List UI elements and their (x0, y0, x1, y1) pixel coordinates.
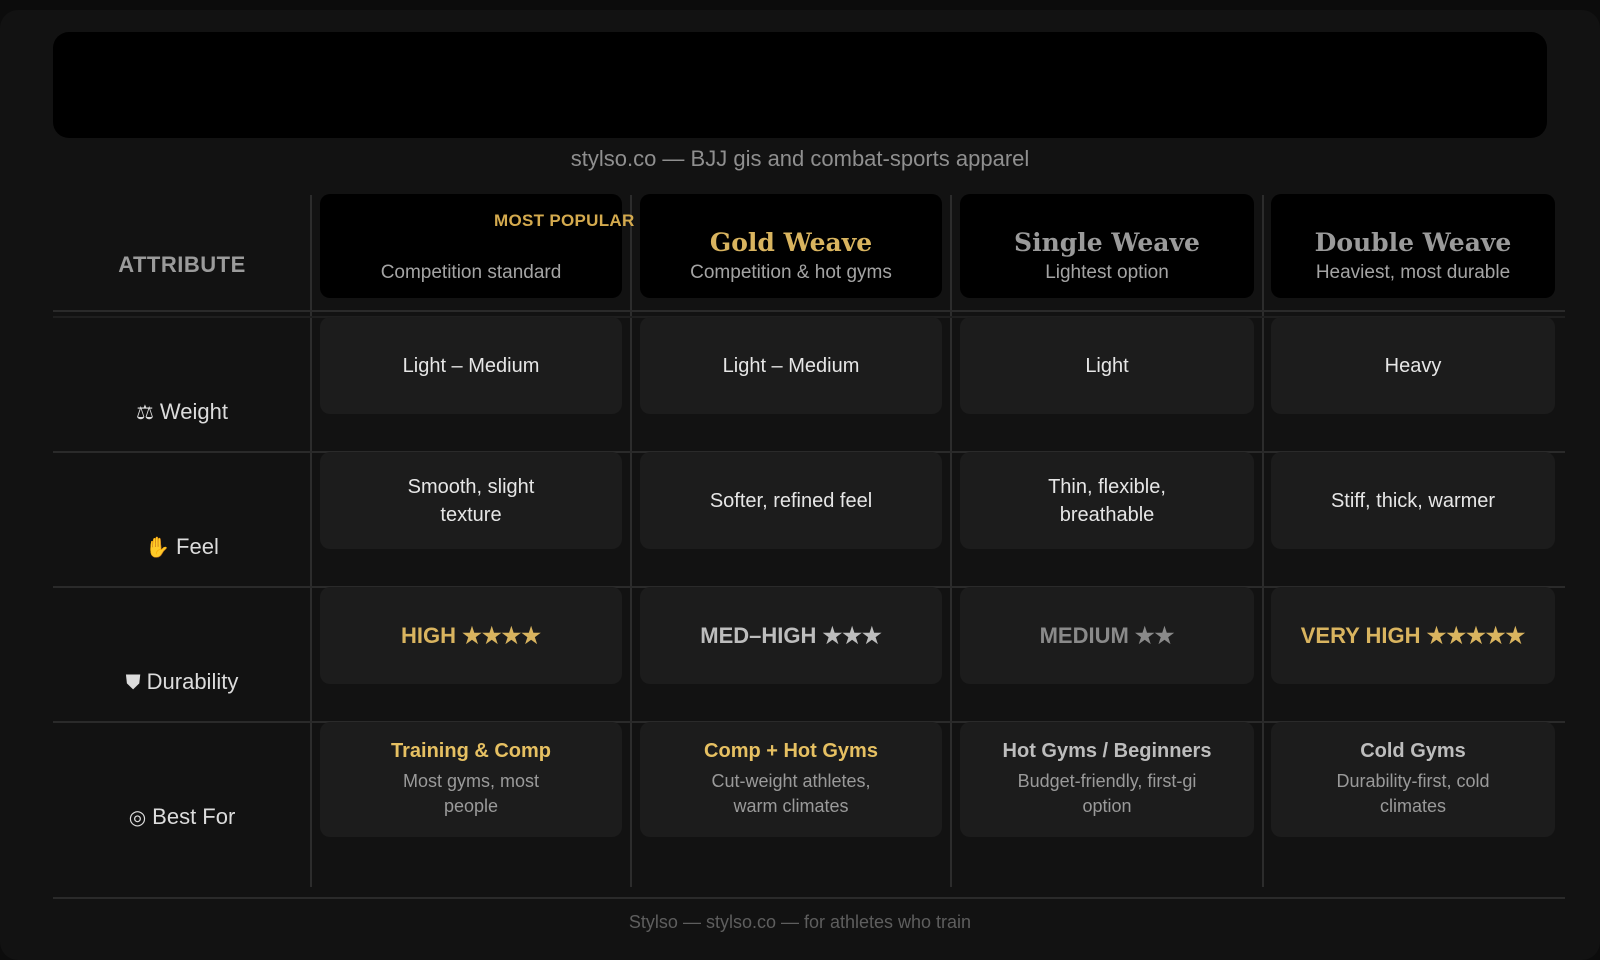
row-label-best-for: ◎ Best For (53, 804, 311, 830)
weight-cell: Heavy (1271, 317, 1555, 414)
durability-cell: MED–HIGH ★★★ (640, 587, 942, 684)
plan-subtitle: Competition & hot gyms (690, 262, 892, 283)
target-icon: ◎ (128, 807, 147, 829)
row-label-text: Best For (152, 804, 236, 829)
feel-cell: Thin, flexible, breathable (960, 452, 1254, 549)
cell-value: Light (1085, 354, 1129, 377)
plan-subtitle: Lightest option (1045, 262, 1169, 283)
best-for-subtitle: Budget-friendly, first-gi option (1017, 771, 1197, 816)
best-for-cell: Cold Gyms Durability-first, cold climate… (1271, 722, 1555, 837)
row-label-durability: ⛊ Durability (53, 669, 311, 695)
row-label-text: Durability (146, 669, 239, 694)
durability-cell: MEDIUM ★★ (960, 587, 1254, 684)
cell-value: Softer, refined feel (709, 489, 873, 512)
weight-cell: Light – Medium (320, 317, 622, 414)
plan-title: Single Weave (1014, 228, 1200, 257)
durability-rating: MED–HIGH ★★★ (700, 622, 882, 648)
weight-cell: Light (960, 317, 1254, 414)
cell-value: Light – Medium (402, 354, 540, 377)
feel-cell: Stiff, thick, warmer (1271, 452, 1555, 549)
durability-rating: VERY HIGH ★★★★★ (1300, 622, 1526, 648)
row-label-text: Feel (176, 534, 219, 559)
grid-divider (53, 897, 1565, 899)
plan-header-gold-weave[interactable]: Gold Weave Competition & hot gyms (640, 194, 942, 298)
cell-value: Heavy (1384, 354, 1442, 377)
attribute-header: ATTRIBUTE (118, 252, 246, 277)
plan-header-standard[interactable]: Competition standard (320, 194, 622, 298)
plan-subtitle: Heaviest, most durable (1315, 262, 1511, 283)
plan-title: Gold Weave (709, 228, 873, 257)
durability-cell: VERY HIGH ★★★★★ (1271, 587, 1555, 684)
plan-header-single-weave[interactable]: Single Weave Lightest option (960, 194, 1254, 298)
best-for-cell: Training & Comp Most gyms, most people (320, 722, 622, 837)
weight-cell: Light – Medium (640, 317, 942, 414)
best-for-title: Comp + Hot Gyms (704, 740, 878, 762)
best-for-cell: Hot Gyms / Beginners Budget-friendly, fi… (960, 722, 1254, 837)
row-label-feel: ✋ Feel (53, 534, 311, 560)
feel-cell: Smooth, slight texture (320, 452, 622, 549)
cell-value: Smooth, slight texture (407, 475, 535, 526)
row-label-weight: ⚖ Weight (53, 399, 311, 425)
grid-divider (950, 195, 952, 887)
plan-title: Double Weave (1314, 228, 1512, 257)
grid-divider (630, 195, 632, 887)
durability-cell: HIGH ★★★★ (320, 587, 622, 684)
durability-rating: MEDIUM ★★ (1039, 622, 1175, 648)
best-for-title: Cold Gyms (1360, 740, 1466, 762)
best-for-subtitle: Durability-first, cold climates (1336, 771, 1490, 816)
cell-value: Thin, flexible, breathable (1048, 475, 1166, 526)
best-for-subtitle: Cut-weight athletes, warm climates (711, 771, 871, 816)
best-for-cell: Comp + Hot Gyms Cut-weight athletes, war… (640, 722, 942, 837)
best-for-title: Training & Comp (391, 740, 551, 762)
feel-cell: Softer, refined feel (640, 452, 942, 549)
most-popular-badge: MOST POPULAR (494, 211, 635, 230)
durability-rating: HIGH ★★★★ (400, 622, 541, 648)
grid-divider (53, 310, 1565, 312)
cell-value: Stiff, thick, warmer (1330, 489, 1496, 512)
plan-subtitle: Competition standard (380, 262, 562, 283)
hand-icon: ✋ (145, 537, 171, 559)
tagline: stylso.co — BJJ gis and combat-sports ap… (570, 146, 1030, 171)
best-for-title: Hot Gyms / Beginners (1002, 740, 1212, 762)
scale-icon: ⚖ (135, 402, 154, 424)
plan-header-double-weave[interactable]: Double Weave Heaviest, most durable (1271, 194, 1555, 298)
footer: Stylso — stylso.co — for athletes who tr… (628, 912, 972, 932)
shield-icon: ⛊ (125, 672, 141, 694)
hero-banner (53, 32, 1547, 138)
cell-value: Light – Medium (722, 354, 860, 377)
row-label-text: Weight (159, 399, 228, 424)
best-for-subtitle: Most gyms, most people (402, 771, 540, 816)
grid-divider (1262, 195, 1264, 887)
